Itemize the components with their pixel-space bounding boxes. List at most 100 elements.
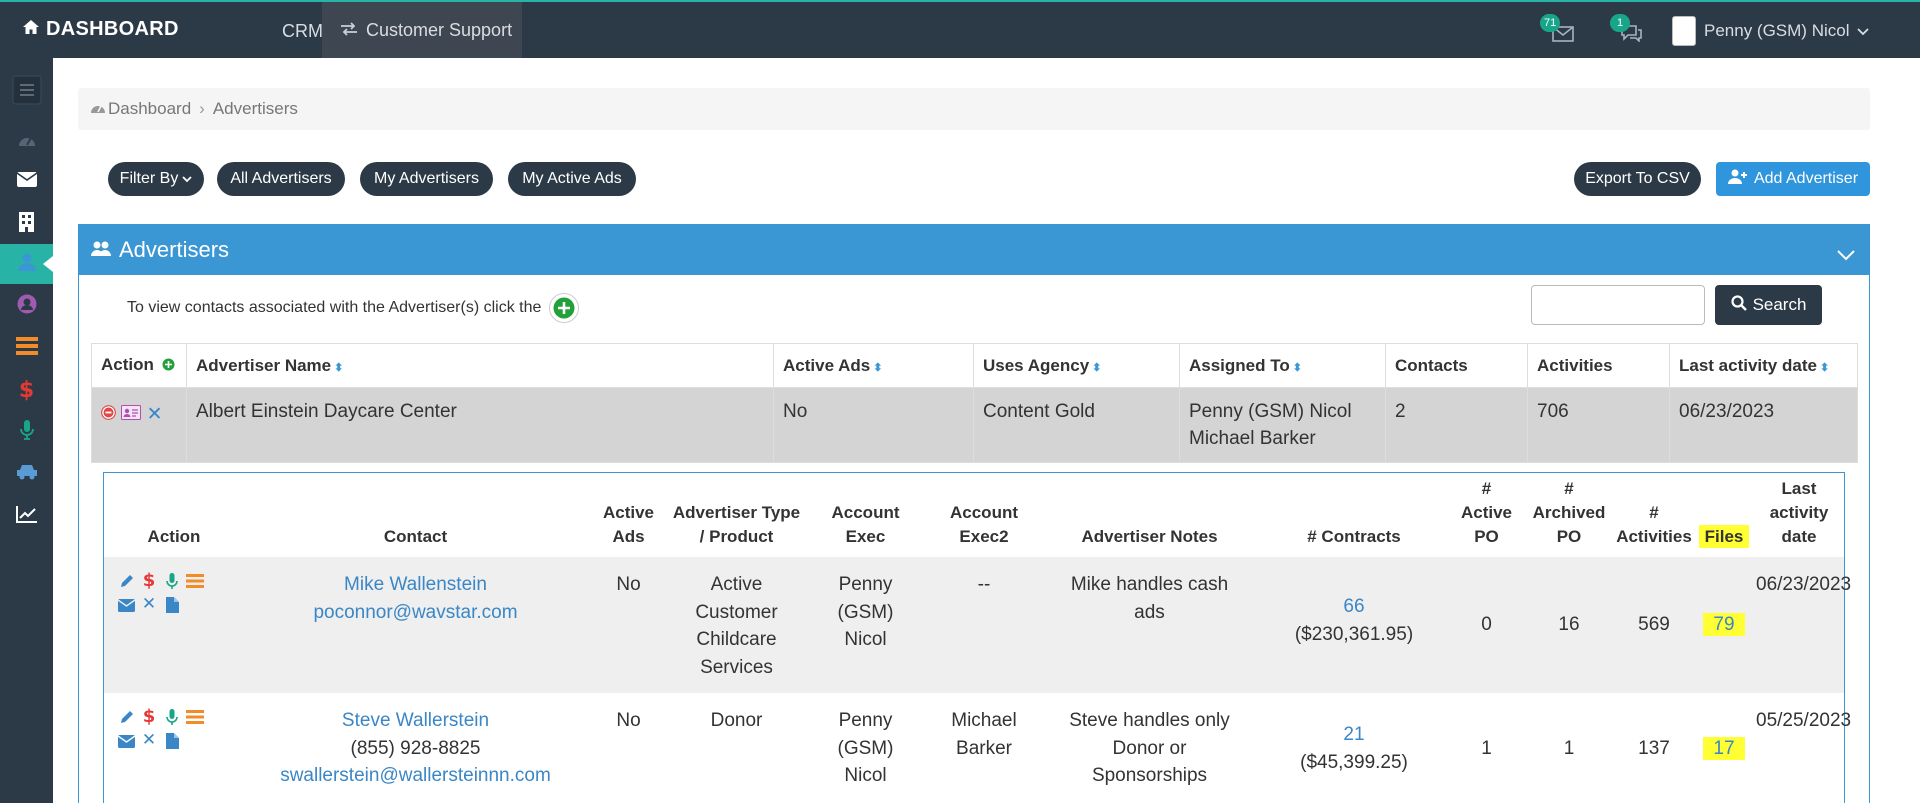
uses-agency-value: Content Gold [973,387,1180,463]
edit-pencil-icon[interactable] [116,571,136,591]
sort-icon: ⬍ [873,361,883,374]
sidebar-item-ads[interactable] [0,328,53,368]
breadcrumb-dashboard-link[interactable]: Dashboard [108,99,191,119]
sidebar-item-mail[interactable] [0,162,53,202]
column-header-action: Action [147,527,201,546]
panel-header: Advertisers [79,225,1869,275]
column-header-advertiser-name[interactable]: Advertiser Name ⬍ [186,343,774,388]
nav-crm-link[interactable]: CRM [282,21,323,42]
sidebar-item-dashboard[interactable] [0,122,53,162]
active-po-link[interactable]: 0 [1449,557,1524,693]
table-row: ✕ Albert Einstein Daycare Center No Cont… [91,387,1858,463]
assigned-to-value: Penny (GSM) Nicol Michael Barker [1179,387,1386,463]
expand-contacts-icon[interactable] [549,293,580,323]
column-header-account-exec2: Account Exec2 [950,503,1018,546]
activities-count-link[interactable]: 137 [1614,693,1694,803]
layers-icon[interactable] [185,707,205,727]
sidebar-item-advertisers[interactable] [0,244,53,284]
contracts-count-link[interactable]: 21 [1261,721,1447,749]
layers-icon[interactable] [185,571,205,591]
collapse-chevron-icon[interactable] [1837,241,1855,267]
sidebar-toggle[interactable] [0,72,53,112]
contact-email-link[interactable]: poconnor@wavstar.com [246,599,585,627]
column-header-assigned-to[interactable]: Assigned To ⬍ [1179,343,1386,388]
all-advertisers-button[interactable]: All Advertisers [217,162,345,196]
delete-x-icon[interactable]: ✕ [139,594,159,615]
files-count[interactable]: 79 [1694,557,1754,693]
id-card-icon[interactable] [121,401,142,428]
mail-notifications-button[interactable]: 71 [1540,14,1576,46]
envelope-icon[interactable] [116,731,136,751]
advertisers-panel: Advertisers To view contacts associated … [78,224,1870,803]
sidebar-item-vehicles[interactable] [0,454,53,494]
user-plus-icon [1727,169,1748,189]
exchange-icon [340,20,358,41]
search-button[interactable]: Search [1715,285,1822,325]
contact-last-activity-date: 06/23/2023 [1754,557,1851,693]
advertisers-table: Action Advertiser Name ⬍ Active Ads ⬍ Uses… [91,343,1858,463]
customer-support-label: Customer Support [366,19,513,40]
file-icon[interactable] [162,595,182,615]
sidebar-item-building[interactable] [0,204,53,244]
column-header-contacts: Contacts [1385,343,1528,388]
column-header-last-activity-date[interactable]: Last activity date ⬍ [1669,343,1858,388]
activities-count-link[interactable]: 569 [1614,557,1694,693]
archived-po-link[interactable]: 16 [1524,557,1614,693]
contact-active-ads: No [587,557,670,693]
collapse-minus-icon[interactable] [101,401,116,428]
dashboard-gauge-icon [90,99,106,119]
edit-pencil-icon[interactable] [116,707,136,727]
advertiser-name[interactable]: Albert Einstein Daycare Center [186,387,774,463]
contact-info: Mike Wallenstein poconnor@wavstar.com [244,557,587,693]
files-count[interactable]: 17 [1694,693,1754,803]
chat-notifications-button[interactable]: 1 [1608,14,1644,46]
envelope-icon[interactable] [116,595,136,615]
archived-po-link[interactable]: 1 [1524,693,1614,803]
chevron-down-icon [182,170,192,188]
add-advertiser-button[interactable]: Add Advertiser [1716,162,1870,196]
contact-name-link[interactable]: Mike Wallenstein [246,571,585,599]
search-input[interactable] [1531,285,1705,325]
contact-account-exec: Penny (GSM) Nicol [803,557,928,693]
users-icon [91,237,111,263]
user-menu[interactable]: Penny (GSM) Nicol [1672,16,1870,46]
microphone-icon[interactable] [162,707,182,727]
sidebar-item-reports[interactable] [0,496,53,536]
sidebar-item-audio[interactable] [0,412,53,452]
contracts-count-link[interactable]: 66 [1261,593,1447,621]
envelope-icon [16,172,37,192]
column-header-uses-agency[interactable]: Uses Agency ⬍ [973,343,1180,388]
sidebar-item-contacts[interactable] [0,286,53,326]
activities-link[interactable]: 706 [1527,387,1670,463]
column-header-active-ads[interactable]: Active Ads ⬍ [773,343,974,388]
home-icon [22,18,40,41]
delete-x-icon[interactable]: ✕ [139,730,159,751]
microphone-icon[interactable] [162,571,182,591]
dollar-icon[interactable]: $ [139,706,159,727]
my-advertisers-button[interactable]: My Advertisers [360,162,493,196]
column-header-files: Files [1694,473,1754,557]
sidebar-item-billing[interactable]: $ [0,370,53,410]
column-header-activities: # Activities [1616,503,1692,546]
contacts-header-row: Action Contact Active Ads Advertiser Type… [104,473,1844,557]
contracts-amount: ($230,361.95) [1294,623,1414,645]
filter-by-dropdown[interactable]: Filter By [108,162,204,196]
active-po-link[interactable]: 1 [1449,693,1524,803]
export-csv-button[interactable]: Export To CSV [1574,162,1701,196]
nav-customer-support-link[interactable]: Customer Support [322,2,522,58]
active-ads-value: No [773,387,974,463]
add-circle-icon[interactable] [162,356,175,376]
delete-x-icon[interactable]: ✕ [147,401,163,428]
contact-name-link[interactable]: Steve Wallerstein [246,707,585,735]
top-navbar: DASHBOARD CRM Customer Support 71 1 Penn… [0,0,1920,58]
user-name: Penny (GSM) Nicol [1704,21,1850,40]
dashboard-brand-link[interactable]: DASHBOARD [22,18,179,41]
user-icon [17,253,36,276]
avatar [1672,16,1696,46]
dollar-icon[interactable]: $ [139,570,159,591]
contact-email-link[interactable]: swallerstein@wallersteinnn.com [246,762,585,790]
line-chart-icon [15,505,38,528]
assigned-to-secondary: Michael Barker [1189,428,1316,449]
my-active-ads-button[interactable]: My Active Ads [508,162,636,196]
file-icon[interactable] [162,731,182,751]
